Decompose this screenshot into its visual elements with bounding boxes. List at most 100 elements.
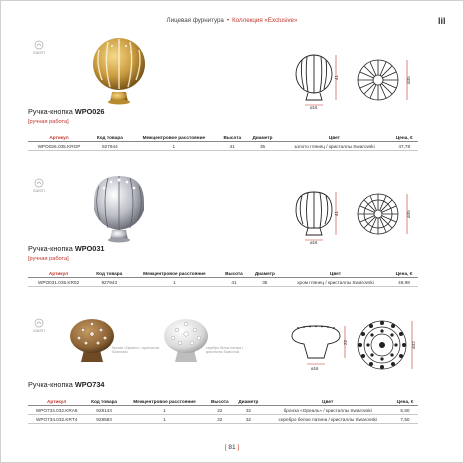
cell-color: серебро белое патина / кристаллы Swarovs… — [263, 414, 392, 425]
product-model: WPO734 — [74, 380, 105, 389]
product-title-prefix: Ручка-кнопка — [28, 107, 73, 116]
dim-base-wpo734: ø16 — [311, 366, 319, 371]
table-row: WPO734.032.KRA8 928143 1 22 32 бронза «О… — [28, 405, 418, 416]
spec-table-header: Артикул Код товара Межцентровое расстоян… — [28, 270, 418, 278]
col-diameter: Диаметр — [246, 134, 279, 142]
cell-center: 1 — [122, 405, 207, 416]
brand-logo-text: GIUSTI — [33, 51, 45, 55]
cell-color: бронза «Ореаль» / кристаллы Swarovski — [263, 405, 392, 416]
product-title-prefix: Ручка-кнопка — [28, 380, 73, 389]
cell-price: 7,50 — [391, 414, 418, 425]
spec-table-header: Артикул Код товара Межцентровое расстоян… — [28, 398, 418, 406]
col-height: Высота — [217, 134, 247, 142]
col-article: Артикул — [28, 134, 90, 142]
cell-center: 1 — [122, 414, 207, 425]
cell-price: 47,78 — [390, 141, 418, 152]
cell-height: 22 — [206, 414, 234, 425]
cell-article: WPO031.035.KR02 — [28, 277, 90, 288]
cell-price: 5,50 — [391, 405, 418, 416]
brand-logo: GIUSTI — [28, 40, 50, 55]
dim-base-wpo031: ø16 — [310, 240, 318, 245]
cell-center: 1 — [129, 141, 218, 152]
header-separator: • — [226, 17, 230, 24]
header-section: Лицевая фурнитура — [166, 17, 224, 24]
cell-height: 22 — [206, 405, 234, 416]
cell-article: WPO734.032.KRT4 — [28, 414, 86, 425]
cell-code: 928143 — [85, 405, 123, 416]
photo-label-bronze: бронза «Ореаль» / кристаллы Swarovski — [112, 346, 160, 354]
col-price: Цена, € — [390, 134, 418, 142]
col-price: Цена, € — [389, 270, 418, 278]
product-title-wpo734: Ручка-кнопка WPO734 — [28, 380, 104, 389]
col-center: Межцентровое расстояние — [122, 398, 207, 406]
product-photo-wpo734-bronze — [70, 319, 114, 362]
dim-height-wpo031: 41 — [334, 210, 339, 216]
page-number-value: 81 — [228, 444, 236, 451]
product-photo-wpo031 — [94, 176, 144, 243]
cell-diameter: 32 — [233, 405, 264, 416]
cell-code: 928583 — [85, 414, 123, 425]
product-title-prefix: Ручка-кнопка — [28, 244, 73, 253]
cell-diameter: 35 — [248, 277, 282, 288]
brand-emblem-icon — [34, 178, 44, 188]
col-center: Межцентровое расстояние — [129, 270, 220, 278]
spec-table-wpo026: Артикул Код товара Межцентровое расстоян… — [28, 134, 418, 152]
page-header: Лицевая фурнитура • Коллекция «Exclusive» — [0, 17, 464, 24]
product-photo-wpo734-silver — [164, 319, 208, 362]
page-number: [ 81 ] — [224, 444, 240, 451]
product-title-wpo026: Ручка-кнопка WPO026 — [28, 107, 104, 116]
side-drawing-wpo734: 22 ø16 — [291, 325, 348, 371]
table-row: WPO026.035.KRGP 927944 1 41 35 золото гл… — [28, 141, 418, 152]
side-drawing-wpo026: 41 ø16 — [295, 54, 339, 110]
col-color: Цвет — [278, 134, 391, 142]
cell-diameter: 32 — [233, 414, 264, 425]
spec-table-header: Артикул Код товара Межцентровое расстоян… — [28, 134, 418, 142]
col-diameter: Диаметр — [233, 398, 264, 406]
photo-label-silver: серебро белое патина / кристаллы Swarovs… — [206, 346, 244, 354]
col-diameter: Диаметр — [248, 270, 282, 278]
col-color: Цвет — [281, 270, 390, 278]
cell-color: золото глянец / кристаллы Swarovski — [278, 141, 391, 152]
product-note-wpo031: [ручная работа] — [28, 256, 69, 262]
brand-logo-text: GIUSTI — [33, 329, 45, 333]
cell-article: WPO026.035.KRGP — [28, 141, 90, 152]
top-drawing-wpo031: ø35 — [357, 193, 411, 235]
cell-code: 927943 — [89, 277, 130, 288]
dim-height-wpo734: 22 — [343, 339, 348, 345]
cell-code: 927944 — [90, 141, 130, 152]
side-drawing-wpo031: 41 ø16 — [295, 191, 339, 245]
brand-emblem-icon — [34, 318, 44, 328]
table-row: WPO734.032.KRT4 928583 1 22 32 серебро б… — [28, 414, 418, 425]
col-center: Межцентровое расстояние — [129, 134, 218, 142]
brand-emblem-icon — [34, 40, 44, 50]
cell-diameter: 35 — [246, 141, 279, 152]
dim-diameter-wpo031: ø35 — [406, 210, 411, 218]
top-drawing-wpo734: ø32 — [357, 320, 416, 370]
spec-table-wpo031: Артикул Код товара Межцентровое расстоян… — [28, 270, 418, 288]
product-photo-wpo026 — [93, 38, 145, 105]
cell-height: 41 — [219, 277, 249, 288]
dim-diameter-wpo734: ø32 — [411, 341, 416, 349]
col-code: Код товара — [85, 398, 123, 406]
col-code: Код товара — [90, 134, 130, 142]
cell-color: хром глянец / кристаллы Swarovski — [281, 277, 390, 288]
product-title-wpo031: Ручка-кнопка WPO031 — [28, 244, 104, 253]
brand-logo: GIUSTI — [28, 318, 50, 333]
col-height: Высота — [219, 270, 249, 278]
product-model: WPO031 — [74, 244, 105, 253]
col-code: Код товара — [89, 270, 130, 278]
header-collection: Коллекция «Exclusive» — [232, 17, 298, 24]
spec-table-wpo734: Артикул Код товара Межцентровое расстоян… — [28, 398, 418, 425]
dim-diameter-wpo026: ø35 — [406, 76, 411, 84]
product-note-wpo026: [ручная работа] — [28, 119, 69, 125]
col-price: Цена, € — [391, 398, 418, 406]
col-color: Цвет — [263, 398, 392, 406]
top-drawing-wpo026: ø35 — [357, 59, 411, 101]
cell-height: 41 — [217, 141, 247, 152]
cell-center: 1 — [129, 277, 220, 288]
cell-price: 49,98 — [389, 277, 418, 288]
dim-base-wpo026: ø16 — [310, 105, 318, 110]
table-row: WPO031.035.KR02 927943 1 41 35 хром глян… — [28, 277, 418, 288]
col-article: Артикул — [28, 270, 90, 278]
col-height: Высота — [206, 398, 234, 406]
